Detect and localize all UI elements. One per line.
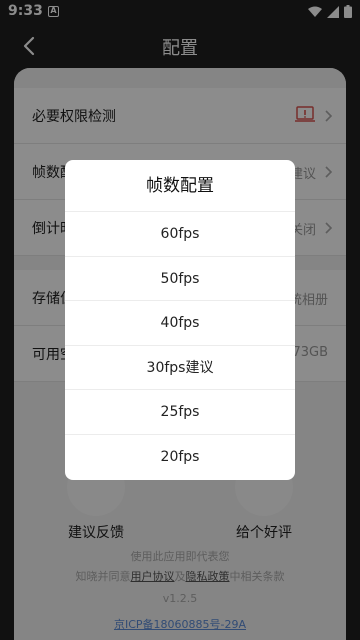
fps-option-60[interactable]: 60fps <box>65 212 295 257</box>
fps-option-20[interactable]: 20fps <box>65 435 295 480</box>
fps-option-25[interactable]: 25fps <box>65 390 295 435</box>
dialog-title: 帧数配置 <box>65 160 295 212</box>
fps-option-50[interactable]: 50fps <box>65 257 295 302</box>
fps-option-40[interactable]: 40fps <box>65 301 295 346</box>
fps-dialog: 帧数配置 60fps 50fps 40fps 30fps建议 25fps 20f… <box>65 160 295 480</box>
fps-option-30[interactable]: 30fps建议 <box>65 346 295 391</box>
